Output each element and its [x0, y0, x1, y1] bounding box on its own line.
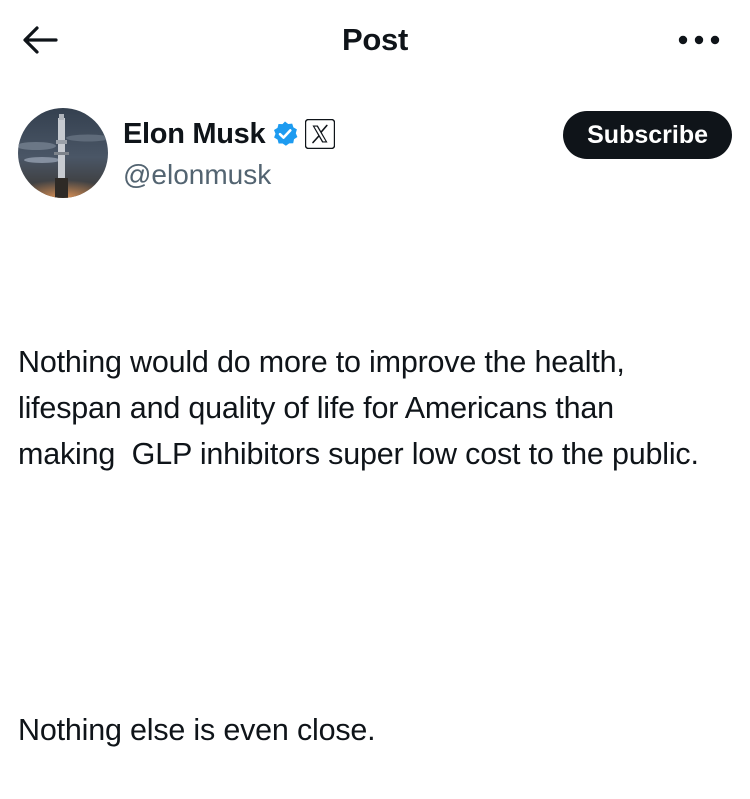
author-handle[interactable]: @elonmusk	[123, 158, 271, 192]
name-row: Elon Musk	[123, 116, 336, 152]
top-bar: Post	[0, 0, 750, 82]
post-text: Nothing would do more to improve the hea…	[18, 247, 718, 799]
verified-badge-icon	[274, 121, 298, 146]
avatar-image	[18, 108, 108, 198]
author-row: Elon Musk @elonmusk Subscribe	[18, 108, 732, 200]
x-logo-icon	[305, 119, 336, 149]
page-title: Post	[342, 22, 408, 57]
subscribe-button[interactable]: Subscribe	[563, 111, 732, 159]
more-horizontal-icon	[678, 35, 720, 45]
post-paragraph: Nothing else is even close.	[18, 713, 376, 747]
author-display-name[interactable]: Elon Musk	[123, 116, 266, 152]
avatar[interactable]	[18, 108, 108, 198]
post-paragraph: Nothing would do more to improve the hea…	[18, 345, 699, 471]
more-options-button[interactable]	[676, 24, 722, 56]
